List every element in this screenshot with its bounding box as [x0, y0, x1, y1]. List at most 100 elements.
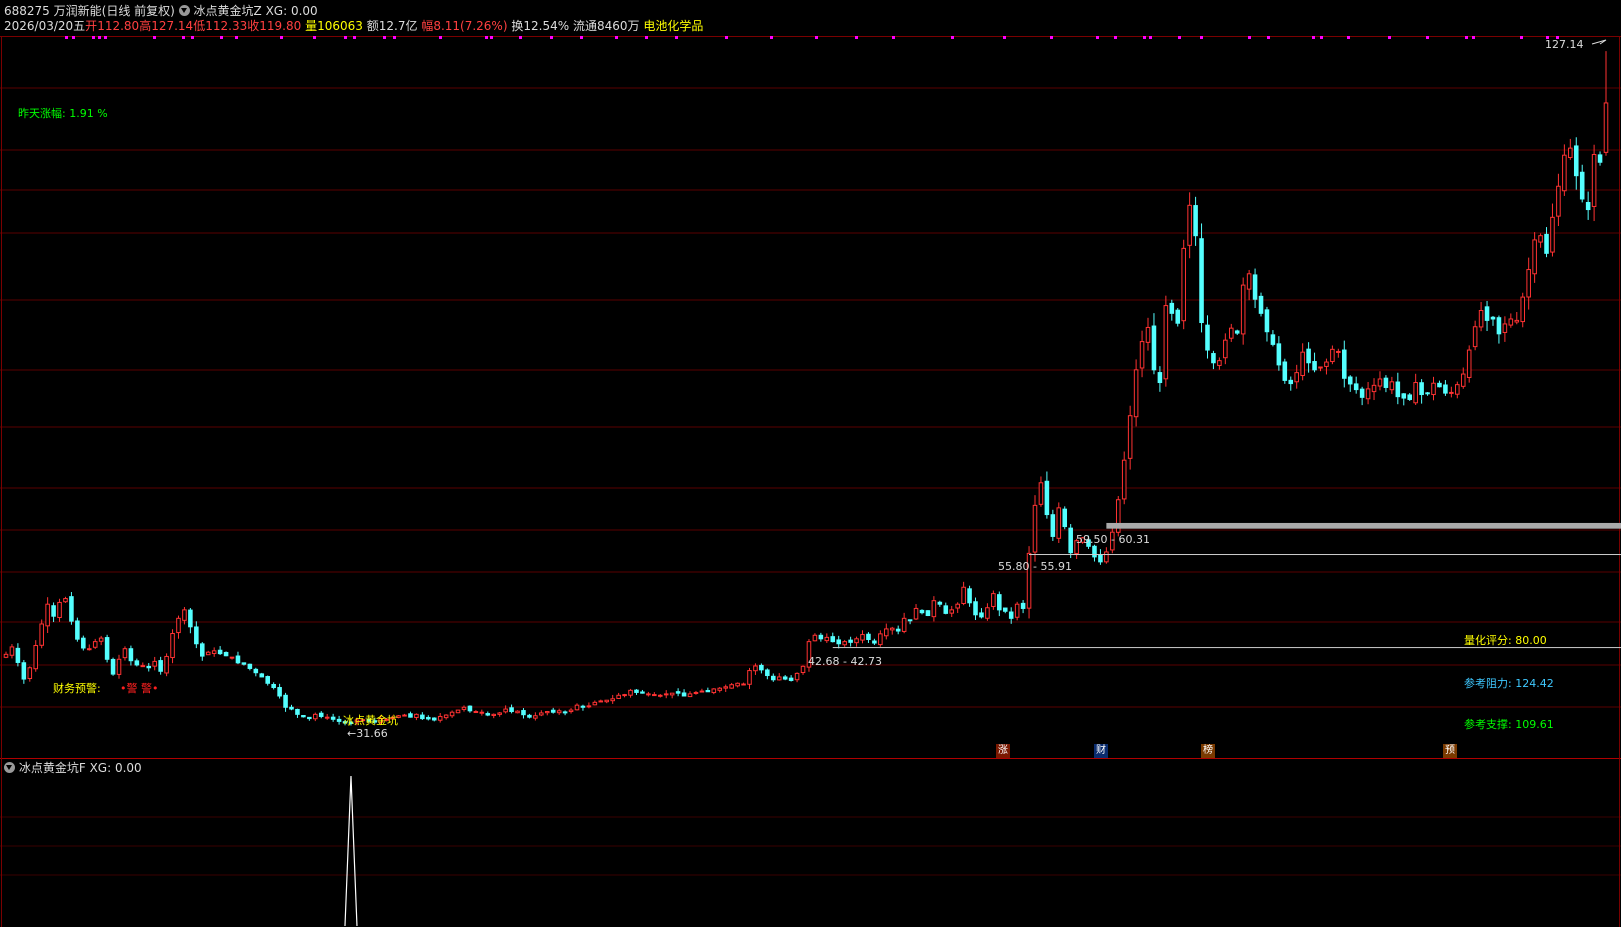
candle-body — [687, 693, 693, 698]
candle-body — [1419, 382, 1424, 396]
candle-body — [568, 709, 574, 713]
event-dot — [344, 36, 347, 39]
main-indicator-xg: XG: 0.00 — [265, 4, 318, 18]
main-indicator-name[interactable]: 冰点黄金坑Z — [194, 4, 262, 18]
candle-body — [467, 705, 473, 712]
settings-circle-icon[interactable] — [178, 5, 190, 16]
candle-body — [521, 710, 526, 716]
candle-body — [919, 609, 925, 614]
high-label: 高 — [139, 19, 152, 33]
candle-body — [610, 698, 615, 702]
candle-body — [1437, 382, 1442, 388]
candle-body — [1294, 372, 1299, 383]
candle-body — [1104, 551, 1109, 563]
candle-body — [158, 660, 163, 672]
candle-body — [81, 637, 86, 649]
candle-body — [39, 623, 44, 646]
event-dot — [104, 36, 107, 39]
candle-body — [1050, 514, 1056, 537]
zone-label-1: 42.68 - 42.73 — [808, 655, 882, 668]
candle-body — [1288, 379, 1294, 385]
candle-body — [717, 687, 723, 691]
candle-body — [991, 593, 996, 607]
candle-body — [854, 638, 859, 644]
event-dot — [280, 36, 283, 39]
finance-warning-label: 财务预警: — [53, 682, 101, 695]
period-label[interactable]: (日线 前复权) — [102, 4, 175, 18]
candle-body — [1258, 295, 1264, 314]
event-dot — [1320, 36, 1323, 39]
candle-body — [580, 705, 586, 708]
candle-body — [57, 601, 62, 619]
event-dot — [1520, 36, 1523, 39]
event-tag-ranking[interactable]: 榜 — [1201, 744, 1215, 758]
candle-body — [170, 633, 175, 659]
candle-body — [1276, 343, 1282, 366]
candle-body — [443, 714, 449, 719]
candle-body — [140, 665, 146, 668]
candle-body — [336, 718, 342, 722]
change-label: 幅 — [421, 19, 434, 33]
candle-body — [98, 637, 104, 642]
candle-body — [205, 651, 211, 656]
candle-body — [1353, 383, 1359, 391]
candle-body — [949, 609, 955, 614]
candle-body — [1591, 153, 1597, 207]
candle-body — [491, 713, 497, 716]
event-dot — [235, 36, 238, 39]
event-dot — [1096, 36, 1099, 39]
candle-body — [485, 713, 491, 716]
price-chart[interactable] — [0, 0, 1621, 927]
candle-body — [420, 714, 425, 720]
resistance-level: 参考阻力: 124.42 — [1464, 677, 1554, 690]
candle-body — [1490, 316, 1496, 320]
candle-body — [622, 694, 627, 697]
candle-body — [1199, 238, 1204, 324]
event-tag-limit-up[interactable]: 涨 — [996, 744, 1010, 758]
event-tag-finance[interactable]: 财 — [1094, 744, 1108, 758]
candle-body — [979, 612, 984, 618]
event-dot — [519, 36, 522, 39]
candle-body — [657, 694, 663, 697]
low-label: 低 — [193, 19, 206, 33]
candle-body — [776, 676, 782, 681]
candle-body — [747, 670, 752, 685]
event-dot — [770, 36, 773, 39]
event-tag-forecast[interactable]: 预 — [1443, 744, 1457, 758]
event-dot — [815, 36, 818, 39]
sector-link[interactable]: 电池化学品 — [643, 19, 703, 33]
candle-body — [866, 633, 871, 641]
stock-name: 万润新能 — [53, 4, 102, 18]
candle-body — [1359, 388, 1365, 398]
low-price-marker: ←31.66 — [347, 727, 388, 740]
signal-spike-panel — [344, 39, 1607, 927]
candle-body — [675, 691, 681, 694]
candle-body — [1270, 334, 1276, 345]
event-dot — [1114, 36, 1117, 39]
candle-body — [473, 711, 479, 714]
candle-body — [895, 628, 901, 632]
candle-body — [45, 603, 50, 627]
candle-body — [1056, 507, 1062, 539]
sub-settings-circle-icon[interactable] — [4, 762, 15, 773]
candle-body — [556, 710, 562, 714]
candle-body — [1603, 102, 1609, 153]
candle-body — [431, 717, 437, 721]
candle-body — [33, 645, 39, 670]
candle-body — [217, 649, 223, 655]
candle-body — [1579, 171, 1585, 200]
sub-indicator-name[interactable]: 冰点黄金坑F — [19, 761, 86, 775]
candle-body — [961, 586, 966, 604]
candle-body — [307, 716, 312, 720]
candle-body — [705, 689, 711, 693]
candle-body — [1240, 284, 1246, 335]
candle-body — [735, 682, 740, 687]
candle-body — [628, 689, 633, 696]
candle-body — [848, 639, 853, 643]
candle-body — [1211, 353, 1216, 364]
candle-body — [15, 647, 21, 663]
event-dot — [550, 36, 553, 39]
amount-value: 12.7亿 — [378, 19, 418, 33]
candle-body — [455, 709, 461, 714]
candle-body — [913, 607, 919, 620]
